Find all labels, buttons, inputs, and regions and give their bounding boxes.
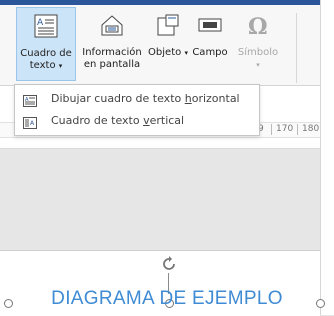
menu-item-label-rest: ertical — [149, 114, 185, 127]
ribbon-group-separator — [296, 13, 297, 83]
screen-tip-button[interactable]: Información en pantalla — [78, 13, 146, 71]
ruler-tick-mark — [297, 124, 298, 135]
menu-item-vertical-textbox[interactable]: A Cuadro de texto vertical — [15, 110, 259, 132]
object-label: Objeto — [148, 47, 182, 58]
object-button[interactable]: Objeto ▾ — [148, 13, 188, 59]
field-icon — [190, 13, 230, 41]
omega-icon: Ω — [232, 13, 284, 41]
menu-item-access-key: h — [184, 92, 192, 105]
menu-item-label-prefix: Cuadro de texto — [51, 114, 144, 127]
right-pane-edge — [320, 0, 334, 315]
chevron-down-icon: ▾ — [58, 62, 63, 70]
textbox-dropdown-menu: A Dibujar cuadro de texto horizontal A C… — [14, 84, 260, 136]
svg-text:A: A — [37, 18, 44, 28]
ribbon: A Cuadro de texto ▾ Información en panta… — [0, 5, 320, 86]
chevron-down-icon: ▾ — [184, 49, 188, 57]
document-background — [0, 149, 320, 249]
menu-item-label: Cuadro de texto vertical — [51, 110, 184, 132]
vertical-textbox-icon: A — [23, 115, 37, 137]
menu-item-label-prefix: Dibujar cuadro de texto — [51, 92, 185, 105]
screen-tip-label-line2: en pantalla — [83, 59, 141, 70]
textbox-icon: A — [17, 14, 75, 42]
chevron-down-icon: ▾ — [256, 61, 260, 69]
textbox-label-line1: Cuadro de — [20, 48, 72, 59]
symbol-button[interactable]: Ω Símbolo ▾ — [232, 13, 284, 71]
object-icon — [148, 13, 188, 41]
textbox-button[interactable]: A Cuadro de texto ▾ — [16, 7, 76, 81]
ruler-tick-mark — [271, 124, 272, 135]
menu-item-label-rest: orizontal — [191, 92, 240, 105]
rotate-handle-icon[interactable] — [160, 255, 178, 277]
ruler-tick-label: 180 — [302, 124, 320, 134]
menu-item-label: Dibujar cuadro de texto horizontal — [51, 88, 240, 110]
textbox-content[interactable]: DIAGRAMA DE EJEMPLO — [0, 288, 334, 310]
field-button[interactable]: Campo — [190, 13, 230, 59]
field-label: Campo — [192, 47, 228, 58]
screen-tip-icon — [78, 13, 146, 41]
symbol-label: Símbolo — [237, 47, 279, 58]
menu-item-draw-horizontal-textbox[interactable]: A Dibujar cuadro de texto horizontal — [15, 88, 259, 110]
ruler-tick-label: 170 — [276, 124, 294, 134]
svg-text:Ω: Ω — [248, 14, 268, 37]
textbox-label-line2: texto — [29, 60, 56, 71]
screen-tip-label-line1: Información — [82, 47, 142, 58]
